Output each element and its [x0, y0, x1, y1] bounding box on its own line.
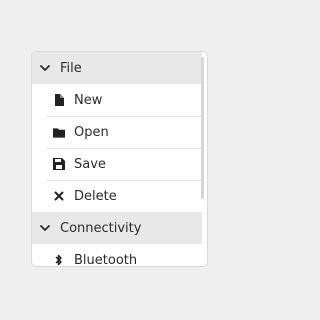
menu-item-label: Delete — [74, 188, 117, 204]
menu-item-bluetooth[interactable]: Bluetooth — [46, 244, 203, 267]
group-label-file: File — [60, 60, 82, 76]
bluetooth-icon — [53, 254, 65, 266]
menu-item-label: Save — [74, 156, 106, 172]
chevron-down-icon — [38, 221, 52, 235]
menu-item-label: New — [74, 92, 103, 108]
menu-item-new[interactable]: New — [46, 84, 203, 116]
folder-icon — [53, 126, 65, 138]
menu-item-label: Bluetooth — [74, 252, 138, 267]
menu-item-delete[interactable]: Delete — [46, 180, 203, 212]
group-label-connectivity: Connectivity — [60, 220, 142, 236]
menu-item-label: Open — [74, 124, 109, 140]
x-icon — [53, 190, 65, 202]
menu-item-open[interactable]: Open — [46, 116, 203, 148]
group-header-file[interactable]: File — [32, 52, 202, 84]
menu-panel: File New Open Save Delete Connectivity B… — [31, 51, 208, 267]
chevron-down-icon — [38, 61, 52, 75]
group-header-connectivity[interactable]: Connectivity — [32, 212, 202, 244]
menu-item-save[interactable]: Save — [46, 148, 203, 180]
scrollbar[interactable] — [201, 57, 204, 199]
floppy-disk-icon — [53, 158, 65, 170]
file-icon — [53, 94, 65, 106]
